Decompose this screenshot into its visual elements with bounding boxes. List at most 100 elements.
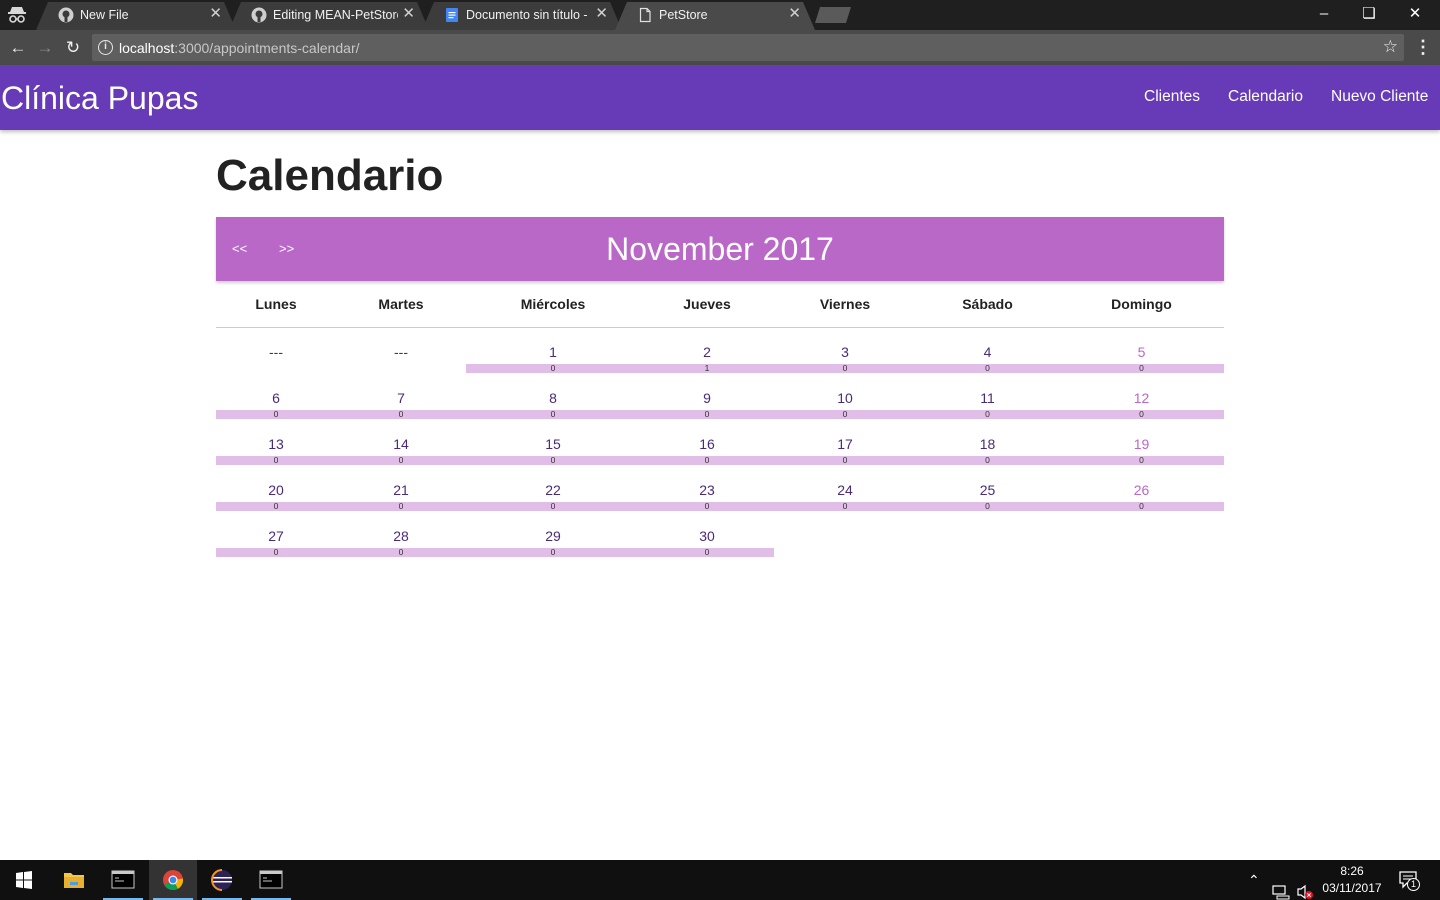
file-explorer-taskbar-icon[interactable] xyxy=(50,860,98,900)
day-number[interactable]: 14 xyxy=(336,436,466,452)
chrome-taskbar-icon[interactable] xyxy=(149,860,197,900)
day-number[interactable]: 19 xyxy=(1059,436,1224,452)
calendar-day-cell[interactable]: 17 0 xyxy=(774,436,916,466)
calendar-day-cell[interactable]: 14 0 xyxy=(336,436,466,466)
close-tab-icon[interactable]: ✕ xyxy=(209,6,222,22)
tab-petstore[interactable]: PetStore ✕ xyxy=(615,0,815,30)
calendar-day-cell[interactable]: 28 0 xyxy=(336,528,466,558)
tab-editing-petstore[interactable]: Editing MEAN-PetStore/ ✕ xyxy=(229,0,429,30)
day-number[interactable]: 26 xyxy=(1059,482,1224,498)
calendar-day-cell[interactable]: 15 0 xyxy=(466,436,640,466)
site-info-icon[interactable]: i xyxy=(98,40,113,55)
day-number[interactable]: 4 xyxy=(916,344,1059,360)
calendar-day-cell[interactable]: 20 0 xyxy=(216,482,336,512)
calendar-day-cell[interactable]: 40 xyxy=(916,344,1059,374)
calendar-day-cell[interactable]: 29 0 xyxy=(466,528,640,558)
show-hidden-icons-chevron-icon[interactable]: ⌃ xyxy=(1248,872,1260,900)
calendar-day-cell[interactable]: 19 0 xyxy=(1059,436,1224,466)
appointment-count: 0 xyxy=(273,547,279,557)
nav-link-nuevo-cliente[interactable]: Nuevo Cliente xyxy=(1331,88,1428,106)
day-number[interactable]: 11 xyxy=(916,390,1059,406)
calendar-day-cell[interactable]: 30 0 xyxy=(640,528,774,558)
day-number[interactable]: 29 xyxy=(466,528,640,544)
appointment-count: 0 xyxy=(398,409,404,419)
minimize-icon[interactable]: – xyxy=(1301,0,1347,30)
calendar-day-cell[interactable]: 24 0 xyxy=(774,482,916,512)
network-icon[interactable] xyxy=(1272,872,1290,900)
day-number[interactable]: 9 xyxy=(640,390,774,406)
tab-documento[interactable]: Documento sin título - D ✕ xyxy=(422,0,622,30)
calendar-day-cell[interactable]: 60 xyxy=(216,390,336,420)
close-tab-icon[interactable]: ✕ xyxy=(788,6,801,22)
nav-link-calendario[interactable]: Calendario xyxy=(1228,88,1303,106)
day-number[interactable]: 1 xyxy=(466,344,640,360)
forward-icon[interactable]: → xyxy=(34,37,56,59)
close-tab-icon[interactable]: ✕ xyxy=(402,6,415,22)
eclipse-taskbar-icon[interactable] xyxy=(198,860,246,900)
appointment-count: 0 xyxy=(550,501,556,511)
close-tab-icon[interactable]: ✕ xyxy=(595,6,608,22)
volume-muted-icon[interactable] xyxy=(1296,872,1314,900)
reload-icon[interactable]: ↻ xyxy=(62,37,84,59)
day-number[interactable]: 2 xyxy=(640,344,774,360)
day-number[interactable]: 6 xyxy=(216,390,336,406)
day-number[interactable]: 20 xyxy=(216,482,336,498)
day-number[interactable]: 10 xyxy=(774,390,916,406)
day-number[interactable]: 3 xyxy=(774,344,916,360)
calendar-day-cell[interactable]: 25 0 xyxy=(916,482,1059,512)
day-number[interactable]: 30 xyxy=(640,528,774,544)
appointment-count: 0 xyxy=(1139,409,1144,419)
calendar-day-cell[interactable]: 26 0 xyxy=(1059,482,1224,512)
day-number[interactable]: 23 xyxy=(640,482,774,498)
start-button[interactable] xyxy=(0,860,48,900)
calendar-day-cell[interactable]: 23 0 xyxy=(640,482,774,512)
day-number[interactable]: 15 xyxy=(466,436,640,452)
day-number[interactable]: 8 xyxy=(466,390,640,406)
empty-day-placeholder: --- xyxy=(394,344,408,360)
day-number[interactable]: 18 xyxy=(916,436,1059,452)
new-tab-button[interactable] xyxy=(815,7,851,23)
calendar-day-cell[interactable]: 18 0 xyxy=(916,436,1059,466)
browser-menu-icon[interactable]: ⋮ xyxy=(1414,35,1432,59)
calendar-day-cell[interactable]: 12 0 xyxy=(1059,390,1224,420)
calendar-day-cell[interactable]: 22 0 xyxy=(466,482,640,512)
day-number[interactable]: 12 xyxy=(1059,390,1224,406)
nav-link-clientes[interactable]: Clientes xyxy=(1144,88,1200,106)
calendar-day-cell[interactable]: 10 0 xyxy=(774,390,916,420)
calendar-day-cell[interactable]: 50 xyxy=(1059,344,1224,374)
system-clock[interactable]: 8:26 03/11/2017 xyxy=(1316,863,1388,897)
day-number[interactable]: 5 xyxy=(1059,344,1224,360)
calendar-day-cell[interactable]: 13 0 xyxy=(216,436,336,466)
calendar-day-cell[interactable]: 21 xyxy=(640,344,774,374)
terminal-taskbar-icon-2[interactable] xyxy=(247,860,295,900)
calendar-day-cell[interactable]: 27 0 xyxy=(216,528,336,558)
calendar-day-cell[interactable]: 80 xyxy=(466,390,640,420)
back-icon[interactable]: ← xyxy=(7,37,29,59)
day-number[interactable]: 16 xyxy=(640,436,774,452)
address-bar[interactable]: i localhost:3000/appointments-calendar/ … xyxy=(92,34,1404,61)
appointment-count: 0 xyxy=(550,455,556,465)
day-number[interactable]: 28 xyxy=(336,528,466,544)
action-center-icon[interactable]: 1 xyxy=(1398,870,1420,891)
bookmark-star-icon[interactable]: ☆ xyxy=(1383,37,1398,57)
day-number[interactable]: 24 xyxy=(774,482,916,498)
terminal-taskbar-icon[interactable] xyxy=(99,860,147,900)
calendar-day-cell[interactable]: 10 xyxy=(466,344,640,374)
calendar-day-cell[interactable]: 16 0 xyxy=(640,436,774,466)
tab-new-file[interactable]: New File ✕ xyxy=(36,0,236,30)
day-number[interactable]: 13 xyxy=(216,436,336,452)
restore-icon[interactable]: ❏ xyxy=(1346,0,1392,30)
calendar-day-cell[interactable]: 21 0 xyxy=(336,482,466,512)
brand-title[interactable]: Clínica Pupas xyxy=(1,79,198,117)
close-window-icon[interactable]: ✕ xyxy=(1392,0,1438,30)
calendar-day-cell[interactable]: 11 0 xyxy=(916,390,1059,420)
day-number[interactable]: 7 xyxy=(336,390,466,406)
day-number[interactable]: 22 xyxy=(466,482,640,498)
day-number[interactable]: 17 xyxy=(774,436,916,452)
day-number[interactable]: 27 xyxy=(216,528,336,544)
day-number[interactable]: 21 xyxy=(336,482,466,498)
calendar-day-cell[interactable]: 30 xyxy=(774,344,916,374)
day-number[interactable]: 25 xyxy=(916,482,1059,498)
calendar-day-cell[interactable]: 90 xyxy=(640,390,774,420)
calendar-day-cell[interactable]: 70 xyxy=(336,390,466,420)
